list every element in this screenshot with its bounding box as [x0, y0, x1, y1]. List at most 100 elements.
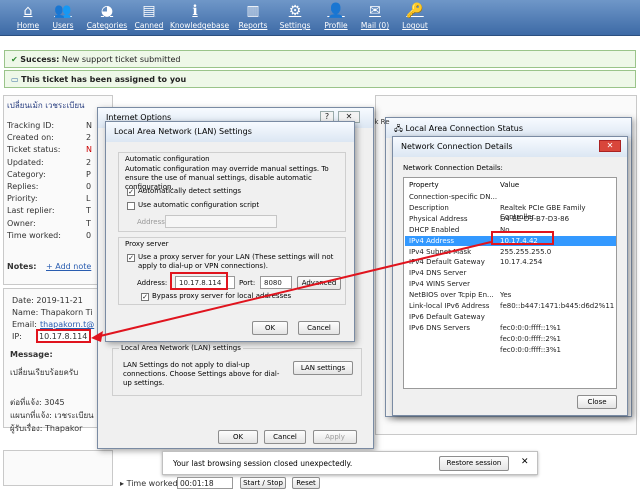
details-close-icon[interactable]: ✕ — [599, 140, 621, 152]
details-table-row[interactable]: Physical Address D4-BE-D9-B7-D3-86 — [405, 214, 616, 224]
detail-property: IPv4 WINS Server — [409, 280, 470, 289]
nav-item-canned[interactable]: ▤ Canned — [124, 2, 174, 30]
details-table-row[interactable]: Description Realtek PCIe GBE Family Contr… — [405, 203, 616, 221]
add-note-link[interactable]: + Add note — [46, 262, 91, 271]
nav-label: Categories — [86, 21, 128, 30]
details-window: Network Connection Details ✕ Network Con… — [392, 136, 628, 416]
reset-button[interactable]: Reset — [292, 477, 320, 489]
detail-property: DHCP Enabled — [409, 225, 460, 234]
ticket-field-value: 0 — [86, 182, 92, 191]
ticket-field-value: N — [86, 121, 92, 130]
nav-label: Reports — [238, 21, 268, 30]
restore-session-button[interactable]: Restore session — [439, 456, 509, 471]
details-table-row[interactable]: Connection-specific DN... — [405, 192, 616, 202]
lan-ok-button[interactable]: OK — [252, 321, 288, 335]
ticket-field-label: Priority: — [7, 194, 38, 204]
details-header: Network Connection Details: — [403, 164, 503, 172]
nav-item-users[interactable]: 👥 Users — [38, 2, 88, 30]
message-ip-label: IP: — [12, 332, 22, 341]
comment-icon: ▭ — [11, 75, 19, 84]
nav-item-knowledgebase[interactable]: ℹ Knowledgebase — [170, 2, 229, 30]
internet-options-ok-button[interactable]: OK — [218, 430, 258, 444]
details-table-row[interactable]: IPv4 WINS Server — [405, 279, 616, 289]
bypass-local-checkbox[interactable]: ✓ — [141, 293, 149, 301]
details-table-row[interactable]: IPv4 Subnet Mask 255.255.255.0 — [405, 247, 616, 257]
detail-value: fec0:0:0:ffff::2%1 — [500, 334, 561, 343]
start-stop-button[interactable]: Start / Stop — [240, 477, 286, 489]
internet-options-cancel-button[interactable]: Cancel — [264, 430, 306, 444]
proxy-port-label: Port: — [239, 279, 256, 287]
time-worked-label: ▸ Time worked — [120, 479, 178, 488]
details-table-row[interactable]: Link-local IPv6 Address fe80::b447:1471:b… — [405, 301, 616, 311]
ticket-subject: เปลี่ยนเม้ก เวชระเบียน — [7, 101, 85, 110]
message-email-link[interactable]: thapakorn.t@ — [40, 320, 94, 329]
advanced-button[interactable]: Advanced — [297, 276, 341, 290]
details-table-row[interactable]: IPv4 Default Gateway 10.17.4.254 — [405, 257, 616, 267]
ticket-field-value: 0 — [86, 230, 92, 240]
lan-cancel-button[interactable]: Cancel — [298, 321, 340, 335]
ticket-field-label: Replies: — [7, 182, 39, 191]
lan-settings-button[interactable]: LAN settings — [293, 361, 353, 375]
ticket-field-value: 2 — [86, 133, 92, 143]
details-table-row[interactable]: fec0:0:0:ffff::3%1 — [405, 345, 616, 355]
automatic-config-group: Automatic configuration Automatic config… — [118, 152, 346, 232]
network-icon: 🖧 — [394, 124, 403, 133]
detail-property: IPv4 Subnet Mask — [409, 247, 472, 256]
message-email-label: Email: — [12, 320, 37, 329]
detail-value: fec0:0:0:ffff::3%1 — [500, 345, 561, 354]
notification-close-icon[interactable]: ✕ — [521, 458, 529, 467]
detail-value: 255.255.255.0 — [500, 247, 552, 256]
ticket-field-value: T — [86, 206, 91, 216]
nav-label: Logout — [402, 21, 428, 30]
time-worked-input[interactable]: 00:01:18 — [177, 477, 233, 489]
details-table-row[interactable]: fec0:0:0:ffff::2%1 — [405, 334, 616, 344]
categories-icon: ◕ — [100, 3, 114, 19]
nav-item-logout[interactable]: 🔑 Logout — [390, 2, 440, 30]
details-table-row[interactable]: IPv6 Default Gateway — [405, 312, 616, 322]
proxy-group-title: Proxy server — [125, 240, 169, 248]
logout-icon: 🔑 — [406, 3, 424, 19]
proxy-address-highlight-box — [170, 272, 228, 290]
proxy-port-input[interactable]: 8080 — [260, 276, 292, 289]
top-navigation: ⌂ Home 👥 Users ◕ Categories ▤ Canned ℹ Knowledgeb… — [0, 0, 640, 36]
ticket-field-label: Updated: — [7, 157, 44, 167]
detail-property: IPv4 Address — [409, 236, 454, 245]
reply-panel — [3, 450, 113, 486]
script-address-input[interactable] — [165, 215, 277, 228]
ticket-field-label: Last replier: — [7, 206, 55, 216]
time-worked-text: Time worked — [126, 479, 178, 488]
lan-group-text: LAN Settings do not apply to dial-up con… — [123, 361, 280, 387]
session-notification: Your last browsing session closed unexpe… — [162, 451, 538, 475]
auto-config-title: Automatic configuration — [125, 155, 210, 163]
details-table-row[interactable]: NetBIOS over Tcpip En... Yes — [405, 290, 616, 300]
internet-options-apply-button[interactable]: Apply — [313, 430, 357, 444]
proxy-server-group: Proxy server ✓ Use a proxy server for yo… — [118, 237, 346, 305]
detail-property: Description — [409, 203, 449, 212]
ticket-field-label: Owner: — [7, 218, 36, 228]
message-body: เปลี่ยนเรียบร้อยครับ — [10, 368, 79, 377]
use-proxy-label: Use a proxy server for your LAN (These s… — [138, 253, 334, 270]
bullet-arrow-icon: ▸ — [120, 479, 125, 488]
profile-icon: 👤 — [327, 3, 345, 19]
lan-group-title: Local Area Network (LAN) settings — [119, 344, 243, 353]
bypass-local-label: Bypass proxy server for local addresses — [152, 292, 292, 300]
ticket-field-label: Time worked: — [7, 230, 61, 240]
details-titlebar: Network Connection Details — [393, 137, 627, 157]
nav-label: Mail (0) — [360, 21, 390, 30]
settings-icon: ⚙ — [288, 3, 302, 19]
auto-script-checkbox[interactable] — [127, 202, 135, 210]
auto-detect-checkbox[interactable]: ✓ — [127, 188, 135, 196]
message-date: Date: 2019-11-21 — [12, 296, 83, 305]
lac-status-title: Local Area Connection Status — [405, 124, 523, 133]
use-proxy-checkbox[interactable]: ✓ — [127, 254, 135, 262]
detail-value: D4-BE-D9-B7-D3-86 — [500, 214, 570, 223]
ip-highlight-box — [36, 329, 91, 343]
script-address-label: Address — [137, 218, 165, 226]
notes-label: Notes: — [7, 262, 37, 271]
ticket-field-label: Created on: — [7, 133, 54, 143]
ticket-field-label: Ticket status: — [7, 145, 61, 155]
details-table-row[interactable]: IPv6 DNS Servers fec0:0:0:ffff::1%1 — [405, 323, 616, 333]
success-prefix: Success: — [20, 55, 60, 64]
details-close-button[interactable]: Close — [577, 395, 617, 409]
details-table-row[interactable]: IPv4 DNS Server — [405, 268, 616, 278]
